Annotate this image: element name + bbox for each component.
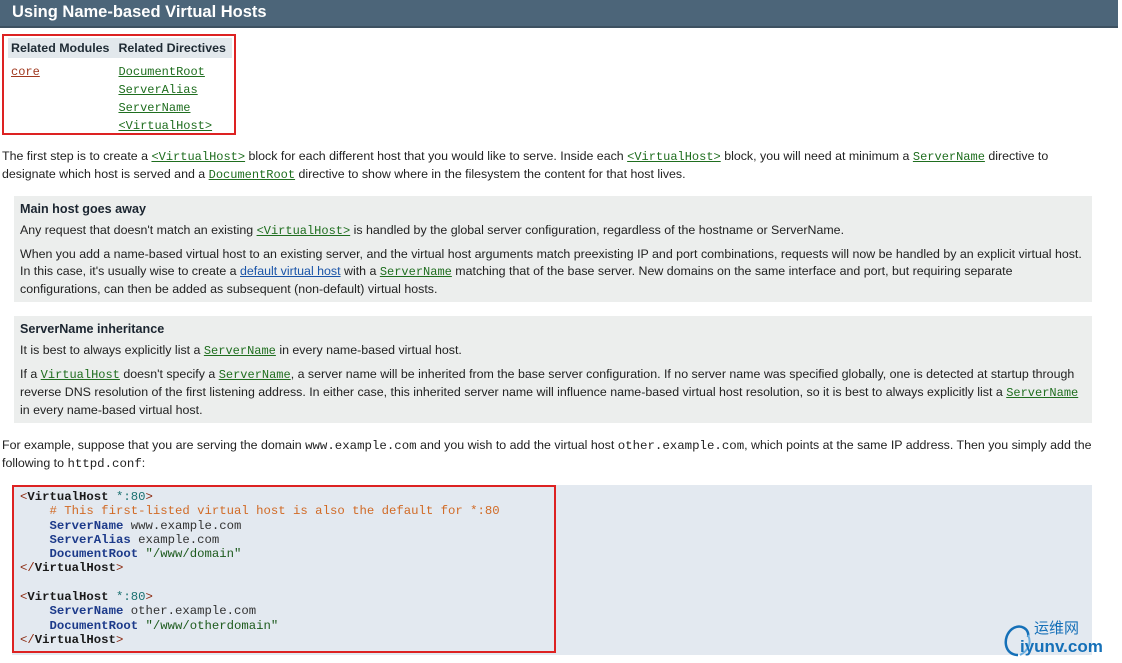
note-text: Any request that doesn't match an existi… <box>20 223 257 237</box>
note-text: with a <box>340 264 380 278</box>
note-text: If a <box>20 367 41 381</box>
directives-header: Related Directives <box>115 38 232 58</box>
directive-link-virtualhost[interactable]: <VirtualHost> <box>118 119 212 133</box>
code-token: VirtualHost <box>34 561 116 576</box>
code-token: VirtualHost <box>27 590 109 605</box>
code-value: "/www/otherdomain" <box>138 618 279 633</box>
code-value: "/www/domain" <box>138 547 242 562</box>
modules-cell: core <box>8 58 115 135</box>
note-text: is handled by the global server configur… <box>350 223 845 237</box>
note-servername-inheritance: ServerName inheritance It is best to alw… <box>14 316 1092 423</box>
code-value: www.example.com <box>123 518 242 533</box>
intro-text: designate which host is served and a <box>2 167 209 181</box>
example-text: and you wish to add the virtual host <box>416 438 618 452</box>
watermark-text: 运维网 <box>1034 620 1080 637</box>
virtualhost-link[interactable]: VirtualHost <box>41 368 120 382</box>
code-token: > <box>115 632 124 647</box>
intro-text: directive to show where in the filesyste… <box>295 167 686 181</box>
note-paragraph: If a VirtualHost doesn't specify a Serve… <box>20 366 1086 419</box>
example-text: For example, suppose that you are servin… <box>2 438 306 452</box>
code-directive: ServerAlias <box>49 532 131 547</box>
note-text: in every name-based virtual host. <box>275 343 462 357</box>
example-text: , which points at the same IP address. T… <box>744 438 1092 452</box>
related-table: Related Modules Related Directives core … <box>8 38 232 135</box>
section-header: Using Name-based Virtual Hosts <box>0 0 1118 28</box>
documentroot-link[interactable]: DocumentRoot <box>209 168 295 182</box>
watermark-url: iyunv.com <box>1020 637 1103 656</box>
module-link-core[interactable]: core <box>11 65 40 79</box>
code-token: *:80 <box>108 490 146 504</box>
servername-link[interactable]: ServerName <box>219 368 291 382</box>
intro-paragraph: The first step is to create a <VirtualHo… <box>2 148 1118 184</box>
code-value: other.example.com <box>123 604 257 619</box>
code-directive: DocumentRoot <box>49 618 139 633</box>
note-text: doesn't specify a <box>119 367 219 381</box>
note-paragraph: Any request that doesn't match an existi… <box>20 222 1086 240</box>
servername-link[interactable]: ServerName <box>204 344 276 358</box>
servername-link[interactable]: ServerName <box>1006 386 1078 400</box>
code-token: VirtualHost <box>34 632 116 647</box>
virtualhost-link[interactable]: <VirtualHost> <box>257 224 351 238</box>
virtualhost-link[interactable]: <VirtualHost> <box>627 150 721 164</box>
code-example: <VirtualHost *:80> # This first-listed v… <box>20 490 500 647</box>
example-text: following to <box>2 456 68 470</box>
related-box: Related Modules Related Directives core … <box>2 34 236 135</box>
code-token: > <box>115 561 124 576</box>
directive-link-serveralias[interactable]: ServerAlias <box>118 83 197 97</box>
other-domain-code: other.example.com <box>617 439 745 453</box>
code-token: *:80 <box>108 590 146 605</box>
note-main-host: Main host goes away Any request that doe… <box>14 196 1092 302</box>
code-value: example.com <box>130 532 220 547</box>
note-title: ServerName inheritance <box>20 322 165 336</box>
code-directive: DocumentRoot <box>49 547 139 562</box>
intro-text: directive to <box>984 149 1049 163</box>
example-paragraph: For example, suppose that you are servin… <box>2 437 1120 473</box>
default-virtual-host-link[interactable]: default virtual host <box>240 264 341 278</box>
code-directive: ServerName <box>49 604 124 619</box>
code-token: </ <box>20 632 35 647</box>
note-paragraph: When you add a name-based virtual host t… <box>20 246 1086 298</box>
note-text: in every name-based virtual host. <box>20 403 203 417</box>
note-title: Main host goes away <box>20 202 146 216</box>
virtualhost-link[interactable]: <VirtualHost> <box>151 150 245 164</box>
intro-text: block for each different host that you w… <box>245 149 628 163</box>
httpd-conf-code: httpd.conf <box>67 457 142 471</box>
code-token: > <box>145 590 153 605</box>
directive-link-documentroot[interactable]: DocumentRoot <box>118 65 204 79</box>
code-token: > <box>145 490 153 504</box>
code-directive: ServerName <box>49 518 124 533</box>
code-comment: # This first-listed virtual host is also… <box>49 504 500 519</box>
section-title: Using Name-based Virtual Hosts <box>12 3 267 21</box>
directive-link-servername[interactable]: ServerName <box>118 101 190 115</box>
servername-link[interactable]: ServerName <box>380 265 452 279</box>
domain-code: www.example.com <box>305 439 417 453</box>
watermark-logo: 运维网 iyunv.com <box>998 615 1116 659</box>
modules-header: Related Modules <box>8 38 116 58</box>
note-paragraph: It is best to always explicitly list a S… <box>20 342 1086 360</box>
intro-text: The first step is to create a <box>2 149 152 163</box>
servername-link[interactable]: ServerName <box>913 150 985 164</box>
code-token: VirtualHost <box>27 490 109 504</box>
directives-cell: DocumentRoot ServerAlias ServerName <Vir… <box>115 58 231 135</box>
code-token: </ <box>20 561 35 576</box>
note-text: It is best to always explicitly list a <box>20 343 204 357</box>
intro-text: block, you will need at minimum a <box>720 149 913 163</box>
example-text: : <box>141 456 146 470</box>
